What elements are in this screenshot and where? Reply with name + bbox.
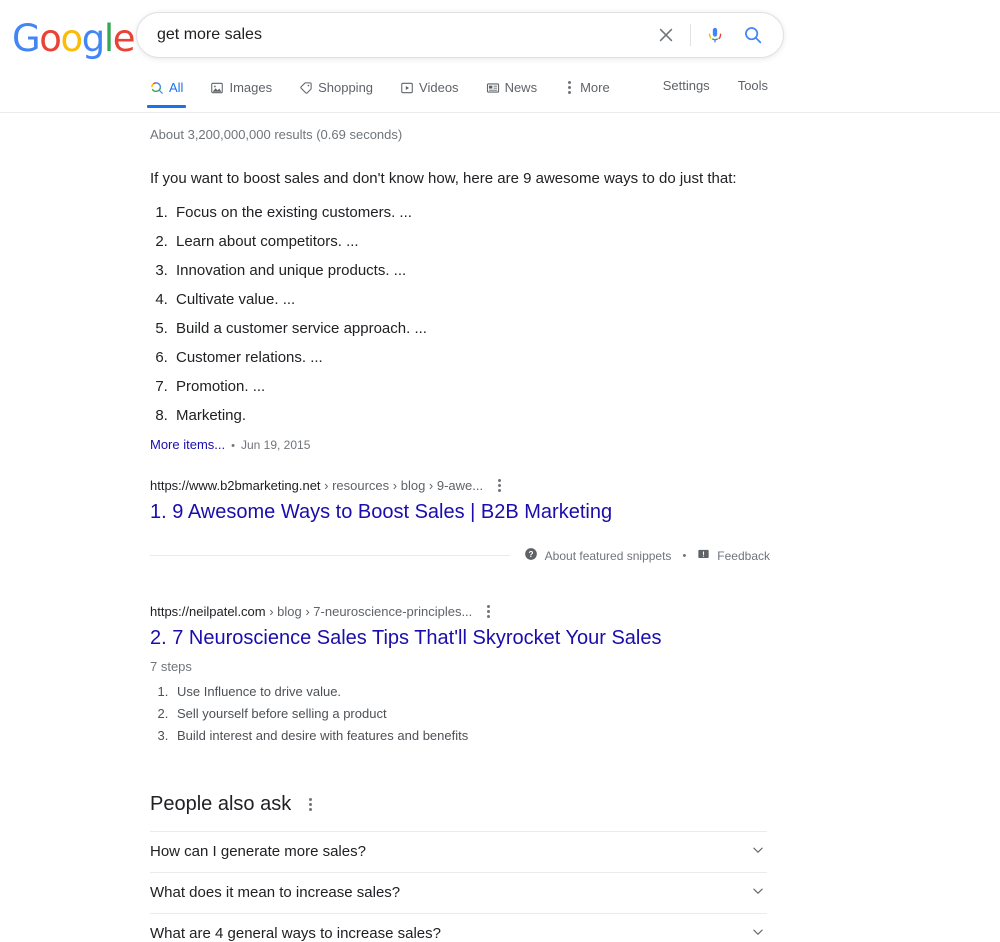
chevron-down-icon[interactable] bbox=[749, 923, 767, 942]
list-item: Use Influence to drive value. bbox=[172, 681, 790, 703]
snippet-list: Focus on the existing customers. ... Lea… bbox=[150, 203, 770, 426]
result-title[interactable]: 1. 9 Awesome Ways to Boost Sales | B2B M… bbox=[150, 499, 790, 525]
tab-label-videos: Videos bbox=[419, 79, 459, 95]
result-title[interactable]: 2. 7 Neuroscience Sales Tips That'll Sky… bbox=[150, 625, 790, 651]
tab-label-more: More bbox=[580, 79, 610, 95]
paa-question-row[interactable]: What does it mean to increase sales? bbox=[150, 872, 767, 913]
google-logo[interactable]: Google bbox=[12, 17, 136, 60]
chevron-down-icon[interactable] bbox=[749, 882, 767, 905]
tools-link[interactable]: Tools bbox=[738, 78, 768, 108]
tab-label-images: Images bbox=[229, 79, 273, 95]
divider bbox=[150, 555, 510, 556]
tab-shopping[interactable]: Shopping bbox=[299, 78, 373, 108]
nav-tools: Settings Tools bbox=[663, 78, 768, 108]
tab-label-shopping: Shopping bbox=[318, 79, 374, 95]
paa-question-label: What are 4 general ways to increase sale… bbox=[150, 925, 441, 942]
logo-letter-l: l bbox=[103, 17, 114, 60]
snippet-source: https://www.b2bmarketing.net › resources… bbox=[150, 476, 790, 525]
about-featured-snippets-label: About featured snippets bbox=[544, 548, 672, 563]
snippet-meta: More items... • Jun 19, 2015 bbox=[150, 437, 770, 452]
list-item: Focus on the existing customers. ... bbox=[172, 203, 770, 223]
result-breadcrumb: › resources › blog › 9-awe... bbox=[320, 477, 484, 493]
search-results: About 3,200,000,000 results (0.69 second… bbox=[0, 113, 1000, 942]
tab-all[interactable]: All bbox=[146, 78, 187, 108]
list-item: Build interest and desire with features … bbox=[172, 725, 790, 747]
logo-letter-o1: o bbox=[39, 17, 62, 60]
list-item: Cultivate value. ... bbox=[172, 290, 770, 310]
search-icon[interactable] bbox=[739, 21, 767, 49]
list-item: Sell yourself before selling a product bbox=[172, 703, 790, 725]
list-item: Innovation and unique products. ... bbox=[172, 261, 770, 281]
logo-letter-g2: g bbox=[81, 17, 105, 60]
paa-title: People also ask bbox=[150, 793, 292, 815]
tab-label-all: All bbox=[169, 79, 184, 95]
result-breadcrumb: › blog › 7-neuroscience-principles... bbox=[265, 603, 473, 619]
results-stats: About 3,200,000,000 results (0.69 second… bbox=[150, 127, 403, 142]
result-domain: https://www.b2bmarketing.net bbox=[150, 477, 321, 493]
paa-header: People also ask bbox=[150, 791, 767, 817]
about-featured-snippets-link[interactable]: ? About featured snippets bbox=[524, 547, 672, 564]
paa-question-label: How can I generate more sales? bbox=[150, 843, 366, 860]
paa-question-row[interactable]: How can I generate more sales? bbox=[150, 831, 767, 872]
search-nav: All Images Shopping Videos News More Set… bbox=[0, 78, 1000, 113]
news-icon bbox=[486, 81, 500, 95]
separator-dot: • bbox=[231, 440, 235, 452]
search-icon bbox=[150, 81, 164, 95]
microphone-icon[interactable] bbox=[701, 21, 729, 49]
result-url-row: https://www.b2bmarketing.net › resources… bbox=[150, 476, 790, 495]
search-input[interactable] bbox=[137, 13, 652, 57]
result-steps-list: Use Influence to drive value. Sell yours… bbox=[150, 681, 790, 747]
paa-question-row[interactable]: What are 4 general ways to increase sale… bbox=[150, 913, 767, 942]
chevron-down-icon[interactable] bbox=[749, 841, 767, 864]
list-item: Promotion. ... bbox=[172, 377, 770, 397]
kebab-icon[interactable] bbox=[305, 795, 316, 814]
snippet-feedback-link[interactable]: Feedback bbox=[697, 548, 770, 564]
search-box-actions bbox=[652, 21, 783, 49]
separator-dot: • bbox=[682, 549, 687, 562]
tab-label-news: News bbox=[504, 79, 538, 95]
result-url[interactable]: https://www.b2bmarketing.net › resources… bbox=[150, 477, 483, 495]
snippet-feedback-label: Feedback bbox=[717, 548, 770, 563]
image-icon bbox=[210, 81, 224, 95]
settings-link[interactable]: Settings bbox=[663, 78, 710, 108]
tag-icon bbox=[299, 81, 313, 95]
list-item: Marketing. bbox=[172, 406, 770, 426]
snippet-date: Jun 19, 2015 bbox=[240, 438, 311, 452]
kebab-icon[interactable] bbox=[483, 602, 494, 621]
logo-letter-e: e bbox=[112, 17, 136, 60]
svg-text:?: ? bbox=[528, 550, 533, 559]
kebab-icon[interactable] bbox=[494, 476, 505, 495]
help-circle-icon: ? bbox=[524, 547, 538, 564]
close-icon[interactable] bbox=[652, 21, 680, 49]
search-divider bbox=[690, 24, 691, 46]
result-domain: https://neilpatel.com bbox=[150, 603, 266, 619]
result-steps-label: 7 steps bbox=[150, 659, 192, 674]
tab-news[interactable]: News bbox=[486, 78, 538, 108]
nav-tabs: All Images Shopping Videos News More Set… bbox=[146, 78, 768, 108]
list-item: Build a customer service approach. ... bbox=[172, 319, 770, 339]
result-url[interactable]: https://neilpatel.com › blog › 7-neurosc… bbox=[150, 603, 472, 621]
tab-images[interactable]: Images bbox=[210, 78, 272, 108]
paa-question-label: What does it mean to increase sales? bbox=[150, 884, 401, 901]
search-box[interactable] bbox=[136, 12, 784, 58]
list-item: Learn about competitors. ... bbox=[172, 232, 770, 252]
logo-letter-g1: G bbox=[12, 17, 41, 60]
video-icon bbox=[400, 81, 414, 95]
logo-letter-o2: o bbox=[60, 17, 84, 60]
featured-snippet: If you want to boost sales and don't kno… bbox=[150, 169, 770, 564]
more-items-link[interactable]: More items... bbox=[150, 437, 225, 452]
tab-videos[interactable]: Videos bbox=[400, 78, 459, 108]
people-also-ask: People also ask How can I generate more … bbox=[150, 791, 767, 942]
list-item: Customer relations. ... bbox=[172, 348, 770, 368]
result-url-row: https://neilpatel.com › blog › 7-neurosc… bbox=[150, 602, 790, 621]
search-header: Google get more sales All Images Shoppin… bbox=[0, 0, 1000, 113]
snippet-footer: ? About featured snippets • Feedback bbox=[150, 547, 770, 564]
feedback-icon bbox=[697, 548, 710, 564]
snippet-lead-text: If you want to boost sales and don't kno… bbox=[150, 170, 737, 187]
result-item-2: https://neilpatel.com › blog › 7-neurosc… bbox=[150, 602, 790, 747]
kebab-icon bbox=[564, 78, 575, 97]
tab-more[interactable]: More bbox=[564, 78, 610, 108]
